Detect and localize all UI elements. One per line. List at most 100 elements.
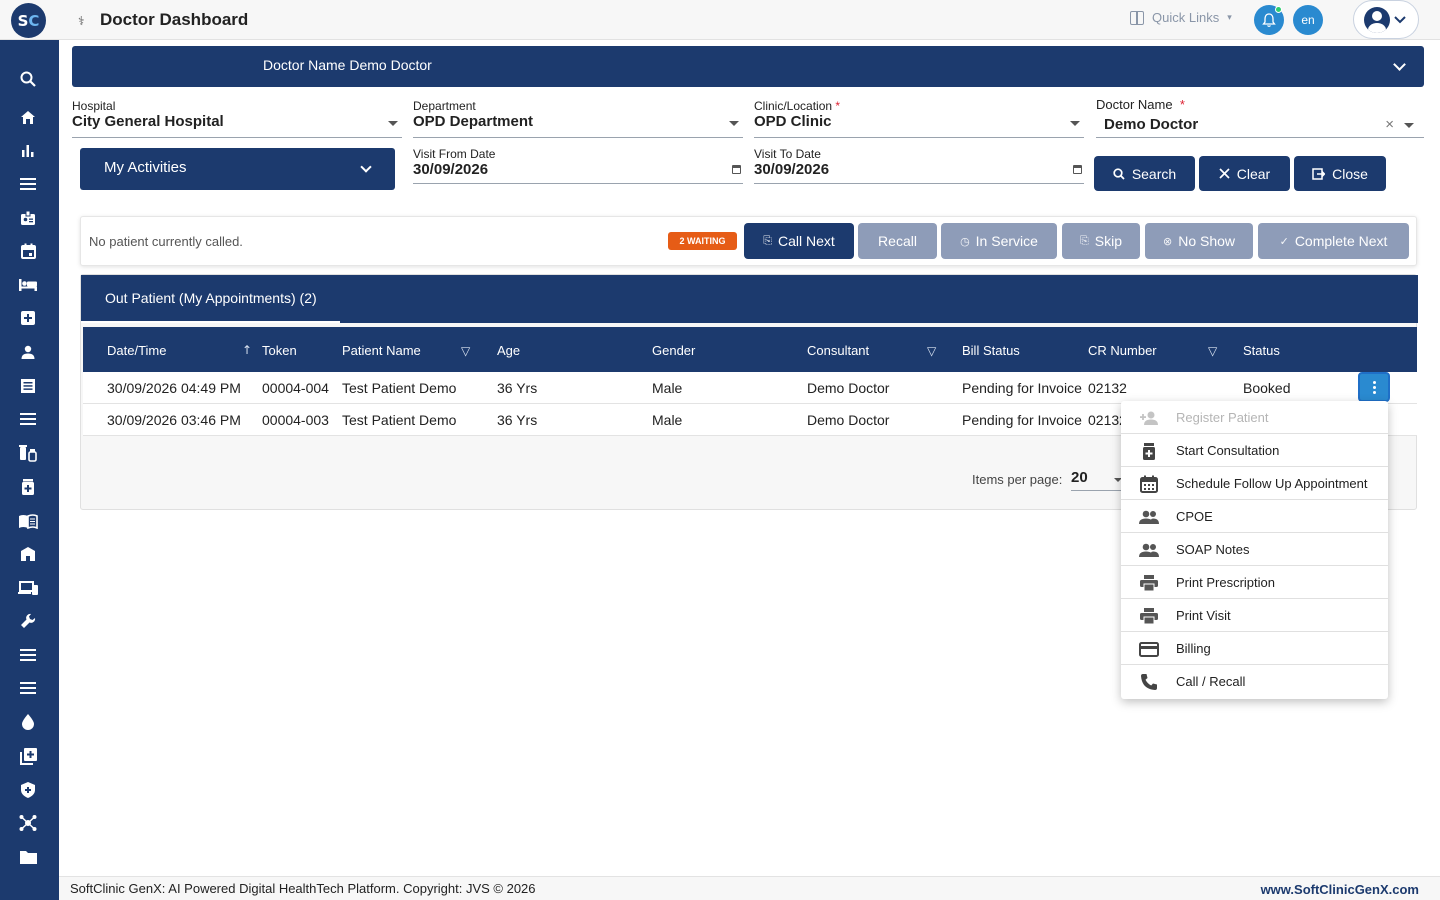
list-icon-2[interactable]: [18, 645, 38, 665]
column-header-bill-status[interactable]: Bill Status: [962, 343, 1020, 358]
menu-item-print-visit[interactable]: Print Visit: [1121, 599, 1388, 632]
skip-button[interactable]: ⎘ Skip: [1062, 223, 1140, 259]
filter-icon[interactable]: ▽: [927, 344, 939, 358]
menu-item-start-consultation[interactable]: Start Consultation: [1121, 434, 1388, 467]
menu-item-call-recall[interactable]: Call / Recall: [1121, 665, 1388, 698]
queue-status-text: No patient currently called.: [89, 234, 243, 249]
department-select[interactable]: Department OPD Department: [413, 99, 743, 138]
column-header-datetime[interactable]: Date/Time: [107, 343, 166, 358]
menu-item-cpoe[interactable]: CPOE: [1121, 500, 1388, 533]
app-logo[interactable]: SC: [11, 3, 46, 38]
badge-icon[interactable]: [18, 208, 38, 228]
visit-to-date-field[interactable]: Visit To Date 30/09/2026: [754, 147, 1084, 184]
clinic-label: Clinic/Location *: [754, 99, 840, 113]
quick-links-dropdown[interactable]: Quick Links ▾: [1130, 10, 1232, 25]
website-link[interactable]: www.SoftClinicGenX.com: [1261, 882, 1419, 897]
column-header-consultant[interactable]: Consultant: [807, 343, 869, 358]
list-icon-3[interactable]: [18, 678, 38, 698]
devices-icon[interactable]: [18, 578, 38, 598]
complete-next-button[interactable]: ✓ Complete Next: [1258, 223, 1409, 259]
no-show-label: No Show: [1178, 233, 1236, 249]
column-header-status[interactable]: Status: [1243, 343, 1280, 358]
book-icon[interactable]: [18, 511, 38, 531]
calendar-icon[interactable]: [732, 165, 741, 174]
menu-item-soap-notes[interactable]: SOAP Notes: [1121, 533, 1388, 566]
clinic-select[interactable]: Clinic/Location * OPD Clinic: [754, 99, 1084, 138]
hospital-select[interactable]: Hospital City General Hospital: [72, 99, 402, 138]
menu-item-register-patient[interactable]: Register Patient: [1121, 401, 1388, 434]
doctor-name-panel[interactable]: Doctor Name Demo Doctor: [72, 46, 1424, 87]
menu-item-label: Register Patient: [1176, 410, 1269, 425]
wrench-icon[interactable]: [18, 611, 38, 631]
close-button[interactable]: Close: [1294, 156, 1386, 191]
user-menu-button[interactable]: [1353, 0, 1419, 39]
hub-icon[interactable]: [18, 813, 38, 833]
add-box-icon[interactable]: [18, 746, 38, 766]
dropdown-arrow-icon: [1070, 121, 1080, 126]
table-row[interactable]: 30/09/2026 04:49 PM 00004-004 Test Patie…: [83, 372, 1417, 404]
calendar-icon[interactable]: [18, 241, 38, 261]
doctor-name-select[interactable]: Doctor Name * Demo Doctor ×: [1096, 97, 1424, 138]
menu-item-billing[interactable]: Billing: [1121, 632, 1388, 665]
blood-drop-icon[interactable]: [18, 712, 38, 732]
vaccine-icon[interactable]: [18, 443, 38, 463]
medical-bag-icon: [1139, 441, 1159, 461]
copyright-text: SoftClinic GenX: AI Powered Digital Heal…: [70, 881, 536, 896]
column-header-cr-number[interactable]: CR Number: [1088, 343, 1157, 358]
column-header-patient-name[interactable]: Patient Name: [342, 343, 421, 358]
doctor-name-label: Doctor Name *: [1096, 97, 1185, 112]
visit-from-label: Visit From Date: [413, 147, 496, 161]
row-actions-button[interactable]: [1358, 372, 1390, 402]
receipt-icon[interactable]: [18, 376, 38, 396]
phone-icon: [1139, 672, 1159, 692]
bed-icon[interactable]: [18, 275, 38, 295]
pharmacy-icon[interactable]: [18, 477, 38, 497]
cell-datetime: 30/09/2026 03:46 PM: [107, 412, 241, 428]
visit-from-date-field[interactable]: Visit From Date 30/09/2026: [413, 147, 743, 184]
home-icon[interactable]: [18, 107, 38, 127]
column-header-token[interactable]: Token: [262, 343, 297, 358]
menu-icon[interactable]: [18, 174, 38, 194]
folder-icon[interactable]: [18, 847, 38, 867]
calendar-icon[interactable]: [1073, 165, 1082, 174]
sort-arrow-up-icon[interactable]: ↑: [242, 343, 252, 357]
clear-button[interactable]: Clear: [1199, 156, 1290, 191]
search-button[interactable]: Search: [1094, 156, 1195, 191]
cell-age: 36 Yrs: [497, 412, 538, 428]
search-icon[interactable]: [18, 69, 38, 89]
bar-chart-icon[interactable]: [18, 140, 38, 160]
shield-icon[interactable]: [18, 780, 38, 800]
list-icon[interactable]: [18, 409, 38, 429]
complete-next-label: Complete Next: [1294, 233, 1388, 249]
in-service-button[interactable]: ◷ In Service: [941, 223, 1057, 259]
tab-out-patient[interactable]: Out Patient (My Appointments) (2): [81, 275, 340, 323]
building-icon[interactable]: [18, 544, 38, 564]
recall-button[interactable]: Recall: [858, 223, 937, 259]
column-header-age[interactable]: Age: [497, 343, 520, 358]
people-icon: [1139, 507, 1159, 527]
menu-item-label: Start Consultation: [1176, 443, 1280, 458]
cell-status: Booked: [1243, 380, 1291, 396]
filter-icon[interactable]: ▽: [461, 344, 473, 358]
clear-icon[interactable]: ×: [1385, 116, 1394, 133]
notification-dot: [1275, 6, 1282, 13]
no-show-button[interactable]: ⊗ No Show: [1145, 223, 1253, 259]
menu-item-schedule-follow-up[interactable]: Schedule Follow Up Appointment: [1121, 467, 1388, 500]
print-icon: [1139, 606, 1159, 626]
my-activities-dropdown[interactable]: My Activities: [80, 148, 395, 190]
department-value: OPD Department: [413, 113, 534, 130]
notifications-button[interactable]: [1254, 5, 1284, 35]
column-header-gender[interactable]: Gender: [652, 343, 695, 358]
bell-icon: [1262, 12, 1276, 27]
cell-cr-number: 02132: [1088, 380, 1127, 396]
menu-item-print-prescription[interactable]: Print Prescription: [1121, 566, 1388, 599]
call-next-button[interactable]: ⎘ Call Next: [744, 223, 854, 259]
visit-to-label: Visit To Date: [754, 147, 821, 161]
gift-icon: [1130, 10, 1144, 25]
medical-plus-icon[interactable]: [18, 308, 38, 328]
sidebar: [0, 40, 59, 900]
cell-age: 36 Yrs: [497, 380, 538, 396]
language-button[interactable]: en: [1293, 5, 1323, 35]
person-icon[interactable]: [18, 342, 38, 362]
filter-icon[interactable]: ▽: [1208, 344, 1220, 358]
